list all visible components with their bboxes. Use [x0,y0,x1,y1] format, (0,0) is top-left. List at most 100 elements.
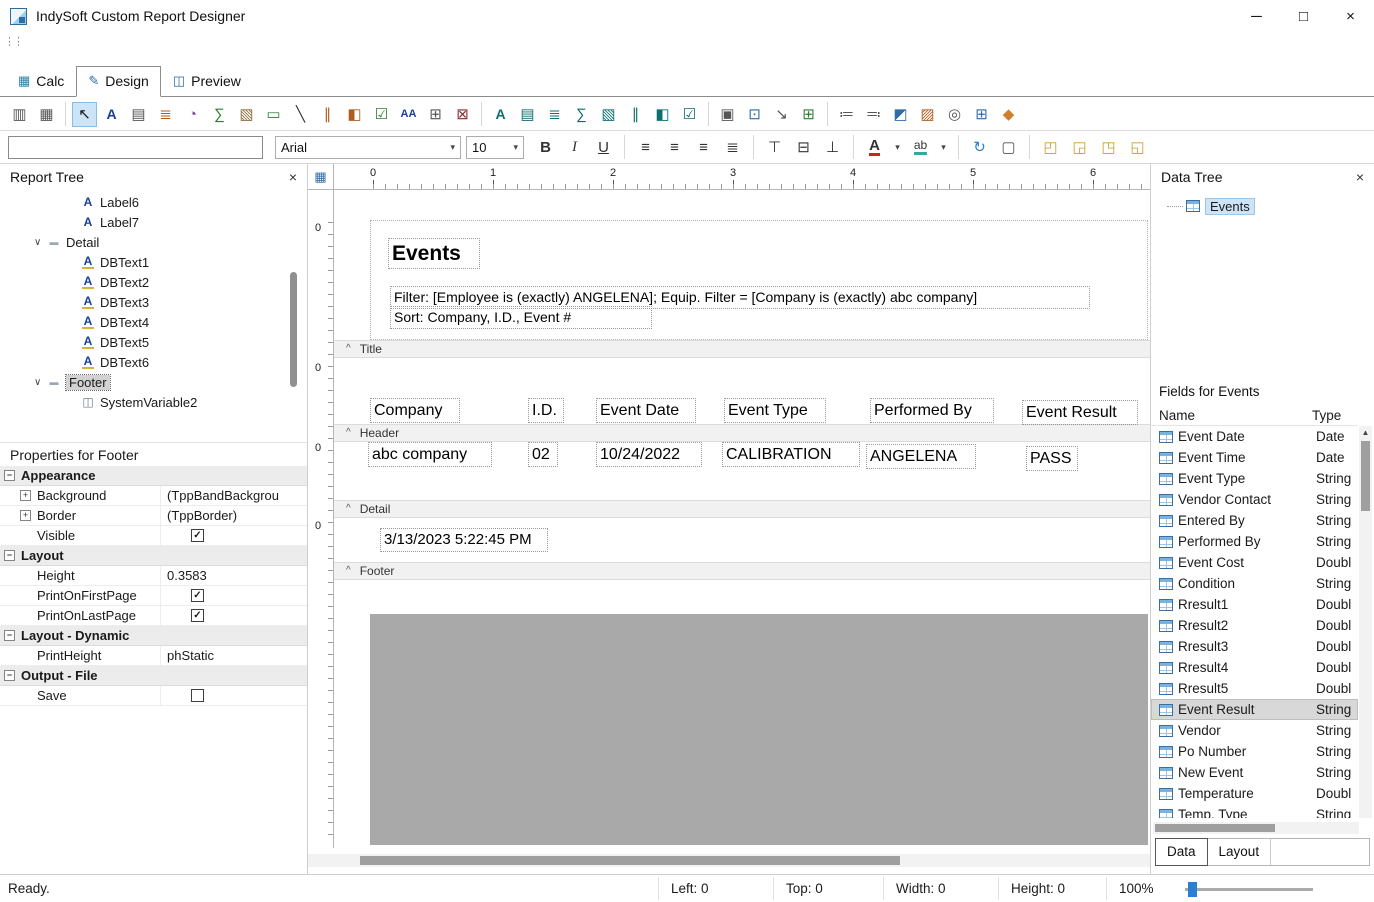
field-row[interactable]: Event Date Date [1151,426,1358,447]
property-value-cell[interactable]: (TppBandBackgrou [160,486,307,505]
shape-tool[interactable]: ▭ [261,102,286,127]
field-row[interactable]: Temp. Type String [1151,804,1358,818]
field-row[interactable]: Event Result String [1151,699,1358,720]
grid-settings-icon[interactable]: ▥ [7,102,32,127]
align-right-button[interactable]: ≡ [691,135,716,160]
field-row[interactable]: Rresult5 Doubl [1151,678,1358,699]
prop-printheight[interactable]: PrintHeight phStatic [0,646,307,666]
field-row[interactable]: Event Cost Doubl [1151,552,1358,573]
minimize-button[interactable]: ─ [1233,0,1280,32]
tree-item-detail[interactable]: ∨ ▬ Detail [0,232,307,252]
design-canvas[interactable]: Title Header Detail Footer Even [334,190,1150,848]
collapse-caret-icon[interactable] [346,504,351,514]
maximize-button[interactable]: □ [1280,0,1327,32]
pagebreak-tool[interactable]: ↘ [769,102,794,127]
prop-printonfirstpage[interactable]: PrintOnFirstPage [0,586,307,606]
prop-printonlastpage[interactable]: PrintOnLastPage [0,606,307,626]
dbmemo-tool[interactable]: ▤ [515,102,540,127]
field-row[interactable]: Performed By String [1151,531,1358,552]
detail-id[interactable]: 02 [528,442,558,467]
footer-datetime[interactable]: 3/13/2023 5:22:45 PM [380,528,548,552]
close-button[interactable]: × [1327,0,1374,32]
chart-tool[interactable]: ◧ [342,102,367,127]
checkbox-tool[interactable]: ☑ [369,102,394,127]
theme-icon[interactable]: ◆ [996,102,1021,127]
italic-button[interactable]: I [562,135,587,160]
image-tool[interactable]: ▧ [234,102,259,127]
dbcheckbox-tool[interactable]: ☑ [677,102,702,127]
header-event-date[interactable]: Event Date [596,398,696,423]
band-footer[interactable]: Footer [334,562,1150,580]
detail-event-date[interactable]: 10/24/2022 [596,442,702,467]
bring-to-front-button[interactable]: ◰ [1038,135,1063,160]
header-performed-by[interactable]: Performed By [870,398,994,423]
header-id[interactable]: I.D. [528,398,564,423]
sort-label[interactable]: Sort: Company, I.D., Event # [390,306,652,329]
barcode-tool[interactable]: ∥ [315,102,340,127]
column-header-type[interactable]: Type [1312,408,1358,423]
send-to-back-button[interactable]: ◲ [1067,135,1092,160]
expand-toggle-icon[interactable] [4,630,15,641]
prop-visible[interactable]: Visible [0,526,307,546]
field-row[interactable]: Rresult3 Doubl [1151,636,1358,657]
dbcalc-tool[interactable]: ∑ [569,102,594,127]
ruler-corner-icon[interactable]: ▦ [308,164,334,190]
font-color-dropdown[interactable]: ▾ [891,135,904,160]
property-value-cell[interactable]: 0.3583 [160,566,307,585]
prop-group-appearance[interactable]: Appearance [0,466,307,486]
chart-wizard-icon[interactable]: ◩ [888,102,913,127]
header-company[interactable]: Company [370,398,460,423]
field-row[interactable]: Rresult1 Doubl [1151,594,1358,615]
report-title-label[interactable]: Events [388,238,480,269]
tree-item-dbtext2[interactable]: ∨ A DBText2 [0,272,307,292]
prop-save[interactable]: Save [0,686,307,706]
expand-toggle-icon[interactable] [4,550,15,561]
variable-tool[interactable]: ∑ [207,102,232,127]
noprint-tool[interactable]: ⊠ [450,102,475,127]
property-value-cell[interactable] [160,526,307,545]
tree-item-systemvariable2[interactable]: ∨ ◫ SystemVariable2 [0,392,307,412]
field-row[interactable]: Vendor Contact String [1151,489,1358,510]
tree-item-dbtext1[interactable]: ∨ A DBText1 [0,252,307,272]
font-master-tool[interactable]: AA [396,102,421,127]
checkbox[interactable] [191,529,204,542]
chevron-down-icon[interactable]: ▾ [507,142,518,153]
scrollbar-thumb[interactable] [1361,441,1370,511]
field-row[interactable]: Event Type String [1151,468,1358,489]
align-center-button[interactable]: ≡ [662,135,687,160]
close-icon[interactable]: × [289,169,297,185]
highlight-color-button[interactable]: ab [908,135,933,160]
fields-horizontal-scrollbar[interactable] [1153,822,1359,834]
rotate-text-button[interactable]: ↻ [967,135,992,160]
underline-button[interactable]: U [591,135,616,160]
field-row[interactable]: Po Number String [1151,741,1358,762]
valign-top-button[interactable]: ⊤ [762,135,787,160]
tree-item-dbtext5[interactable]: ∨ A DBText5 [0,332,307,352]
picture-library-icon[interactable]: ▨ [915,102,940,127]
field-row[interactable]: Event Time Date [1151,447,1358,468]
richtext-tool[interactable]: ≣ [153,102,178,127]
expand-toggle-icon[interactable] [4,670,15,681]
band-style-icon[interactable]: ▦ [34,102,59,127]
valign-bottom-button[interactable]: ⊥ [820,135,845,160]
expand-toggle-icon[interactable] [20,490,31,501]
field-row[interactable]: Vendor String [1151,720,1358,741]
prop-background[interactable]: Background (TppBandBackgrou [0,486,307,506]
fields-vertical-scrollbar[interactable]: ▲ [1359,426,1372,818]
align-left-button[interactable]: ≡ [633,135,658,160]
expand-toggle-icon[interactable] [4,470,15,481]
region-tool[interactable]: ▣ [715,102,740,127]
valign-middle-button[interactable]: ⊟ [791,135,816,160]
expand-toggle-icon[interactable] [20,510,31,521]
system-variable-tool[interactable]: ◔ [180,102,205,127]
detail-performed-by[interactable]: ANGELENA [866,444,976,469]
bold-button[interactable]: B [533,135,558,160]
field-row[interactable]: Rresult2 Doubl [1151,615,1358,636]
grid-tool[interactable]: ⊞ [423,102,448,127]
chevron-down-icon[interactable]: ∨ [34,377,48,388]
detail-event-result[interactable]: PASS [1026,446,1078,471]
scrollbar-thumb[interactable] [1155,824,1275,832]
field-row[interactable]: New Event String [1151,762,1358,783]
property-value-cell[interactable] [160,606,307,625]
checkbox[interactable] [191,589,204,602]
